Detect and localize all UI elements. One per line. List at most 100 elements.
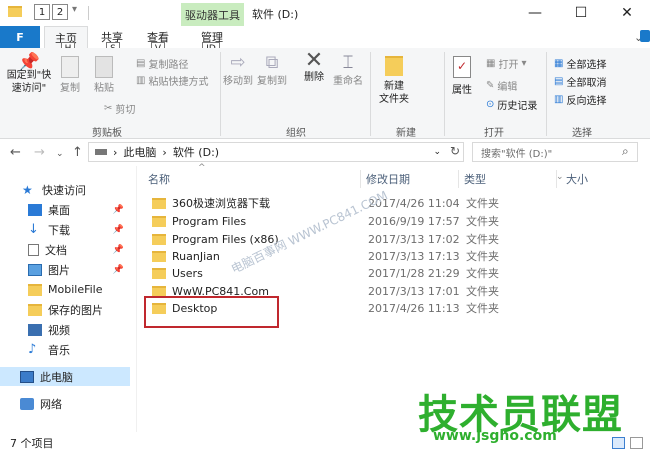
- copy-to-label: 复制到: [257, 76, 287, 87]
- paste-shortcut-icon: ▥: [136, 75, 146, 86]
- history-button[interactable]: ⊙ 历史记录: [486, 97, 537, 112]
- cut-button[interactable]: ✂ 剪切: [104, 101, 135, 116]
- file-date: 2017/4/26 11:13: [368, 301, 460, 315]
- nav-item-videos[interactable]: 视频: [0, 320, 130, 339]
- delete-button[interactable]: ✕ 删除: [298, 50, 330, 84]
- invert-selection-button[interactable]: ▥ 反向选择: [554, 92, 606, 107]
- table-row[interactable]: Program Files (x86) 2017/3/13 17:02 文件夹: [140, 230, 620, 248]
- copy-to-button[interactable]: ⧉ 复制到: [256, 54, 288, 88]
- nav-pane-divider: [136, 166, 137, 432]
- pin-icon: 📌: [112, 244, 124, 255]
- nav-item-network[interactable]: 网络: [0, 394, 130, 413]
- column-divider[interactable]: [458, 170, 459, 188]
- quick-access-keytip-2[interactable]: 2: [52, 4, 68, 20]
- file-type: 文件夹: [466, 267, 499, 280]
- folder-icon: [152, 197, 166, 209]
- paste-button[interactable]: 粘贴: [90, 56, 118, 95]
- folder-icon: [152, 267, 166, 279]
- file-date: 2017/3/13 17:13: [368, 249, 460, 263]
- forward-arrow-icon[interactable]: →: [34, 145, 45, 160]
- download-icon: ↓: [28, 221, 39, 237]
- folder-icon: [28, 283, 42, 296]
- address-dropdown-icon[interactable]: ⌄: [433, 147, 441, 157]
- back-arrow-icon[interactable]: ←: [10, 145, 21, 160]
- nav-item-mobilefile[interactable]: MobileFile: [0, 280, 130, 299]
- drive-icon: [95, 149, 107, 155]
- sort-up-icon: ^: [198, 163, 206, 173]
- pin-icon: 📌: [112, 264, 124, 275]
- nav-item-music[interactable]: ♪ 音乐: [0, 340, 130, 359]
- folder-icon: [152, 233, 166, 245]
- document-icon: [28, 243, 39, 256]
- up-arrow-icon[interactable]: ↑: [72, 145, 83, 160]
- quick-access-dropdown-icon[interactable]: ▾: [72, 4, 77, 15]
- copy-button[interactable]: 复制: [56, 56, 84, 95]
- paste-shortcut-button[interactable]: ▥ 粘贴快捷方式: [136, 73, 208, 88]
- column-header-type[interactable]: 类型: [464, 170, 486, 188]
- new-folder-icon: [385, 56, 403, 76]
- nav-item-this-pc[interactable]: 此电脑: [0, 367, 130, 386]
- nav-item-desktop[interactable]: 桌面 📌: [0, 200, 130, 219]
- refresh-icon[interactable]: ↻: [450, 144, 460, 158]
- nav-label: MobileFile: [48, 283, 103, 296]
- star-icon: ★: [22, 182, 33, 197]
- new-folder-label: 新建 文件夹: [379, 81, 409, 105]
- nav-item-pictures[interactable]: 图片 📌: [0, 260, 130, 279]
- select-all-button[interactable]: ▦ 全部选择: [554, 56, 606, 71]
- maximize-button[interactable]: ☐: [558, 0, 604, 26]
- help-icon[interactable]: [640, 30, 650, 42]
- open-button[interactable]: ▦ 打开 ▾: [486, 56, 526, 71]
- move-to-icon: ⇨: [230, 52, 246, 73]
- ribbon-separator: [220, 52, 221, 136]
- invert-selection-label: 反向选择: [566, 96, 607, 107]
- close-button[interactable]: ✕: [604, 0, 650, 26]
- new-folder-button[interactable]: 新建 文件夹: [374, 56, 414, 106]
- nav-item-downloads[interactable]: ↓ 下载 📌: [0, 220, 130, 239]
- tab-file[interactable]: F: [0, 26, 40, 48]
- column-divider[interactable]: [360, 170, 361, 188]
- nav-item-documents[interactable]: 文档 📌: [0, 240, 130, 259]
- select-none-button[interactable]: ▤ 全部取消: [554, 74, 606, 89]
- explorer-icon[interactable]: [8, 6, 22, 20]
- file-type: 文件夹: [466, 285, 499, 298]
- properties-button[interactable]: ✓ 属性: [448, 56, 476, 97]
- breadcrumb-drive-d[interactable]: 软件 (D:): [173, 144, 219, 160]
- address-bar[interactable]: › 此电脑 › 软件 (D:) ⌄: [88, 142, 464, 162]
- network-icon: [20, 397, 34, 410]
- nav-label: 图片: [48, 263, 70, 277]
- group-label-open: 打开: [484, 128, 504, 139]
- paste-label: 粘贴: [94, 83, 114, 94]
- contextual-tab-drive-tools[interactable]: 驱动器工具: [181, 3, 244, 26]
- file-type: 文件夹: [466, 250, 499, 263]
- column-dropdown-icon[interactable]: ⌄: [556, 172, 564, 182]
- table-row[interactable]: Program Files 2016/9/19 17:57 文件夹: [140, 212, 620, 230]
- nav-label: 网络: [40, 397, 62, 411]
- search-icon[interactable]: ⌕: [622, 144, 629, 159]
- table-row[interactable]: Users 2017/1/28 21:29 文件夹: [140, 264, 620, 282]
- nav-label: 视频: [48, 323, 70, 337]
- search-input[interactable]: 搜索"软件 (D:)": [472, 142, 638, 162]
- column-header-date[interactable]: 修改日期: [366, 170, 410, 188]
- large-icons-view-icon[interactable]: [630, 437, 643, 449]
- window-title: 软件 (D:): [252, 8, 299, 21]
- quick-access-keytip-1[interactable]: 1: [34, 4, 50, 20]
- nav-item-saved-pictures[interactable]: 保存的图片: [0, 300, 130, 319]
- history-icon: ⊙: [486, 99, 495, 110]
- recent-locations-chevron-icon[interactable]: ⌄: [56, 149, 64, 159]
- rename-button[interactable]: ⌶ 重命名: [332, 54, 364, 88]
- copy-path-button[interactable]: ▤ 复制路径: [136, 56, 188, 71]
- move-to-button[interactable]: ⇨ 移动到: [222, 52, 254, 88]
- edit-button[interactable]: ✎ 编辑: [486, 78, 517, 93]
- table-row[interactable]: RuanJian 2017/3/13 17:13 文件夹: [140, 247, 620, 265]
- nav-item-quick-access[interactable]: ★ 快速访问: [0, 180, 130, 199]
- breadcrumb-this-pc[interactable]: 此电脑: [123, 144, 156, 160]
- file-type: 文件夹: [466, 215, 499, 228]
- copy-label: 复制: [60, 83, 80, 94]
- file-date: 2016/9/19 17:57: [368, 214, 460, 228]
- column-header-size[interactable]: 大小: [566, 170, 588, 188]
- pin-quick-access-button[interactable]: 📌 固定到"快 速访问": [4, 54, 54, 95]
- nav-label: 文档: [45, 243, 67, 257]
- minimize-button[interactable]: —: [512, 0, 558, 26]
- folder-icon: [152, 215, 166, 227]
- column-header-name[interactable]: 名称: [148, 170, 170, 188]
